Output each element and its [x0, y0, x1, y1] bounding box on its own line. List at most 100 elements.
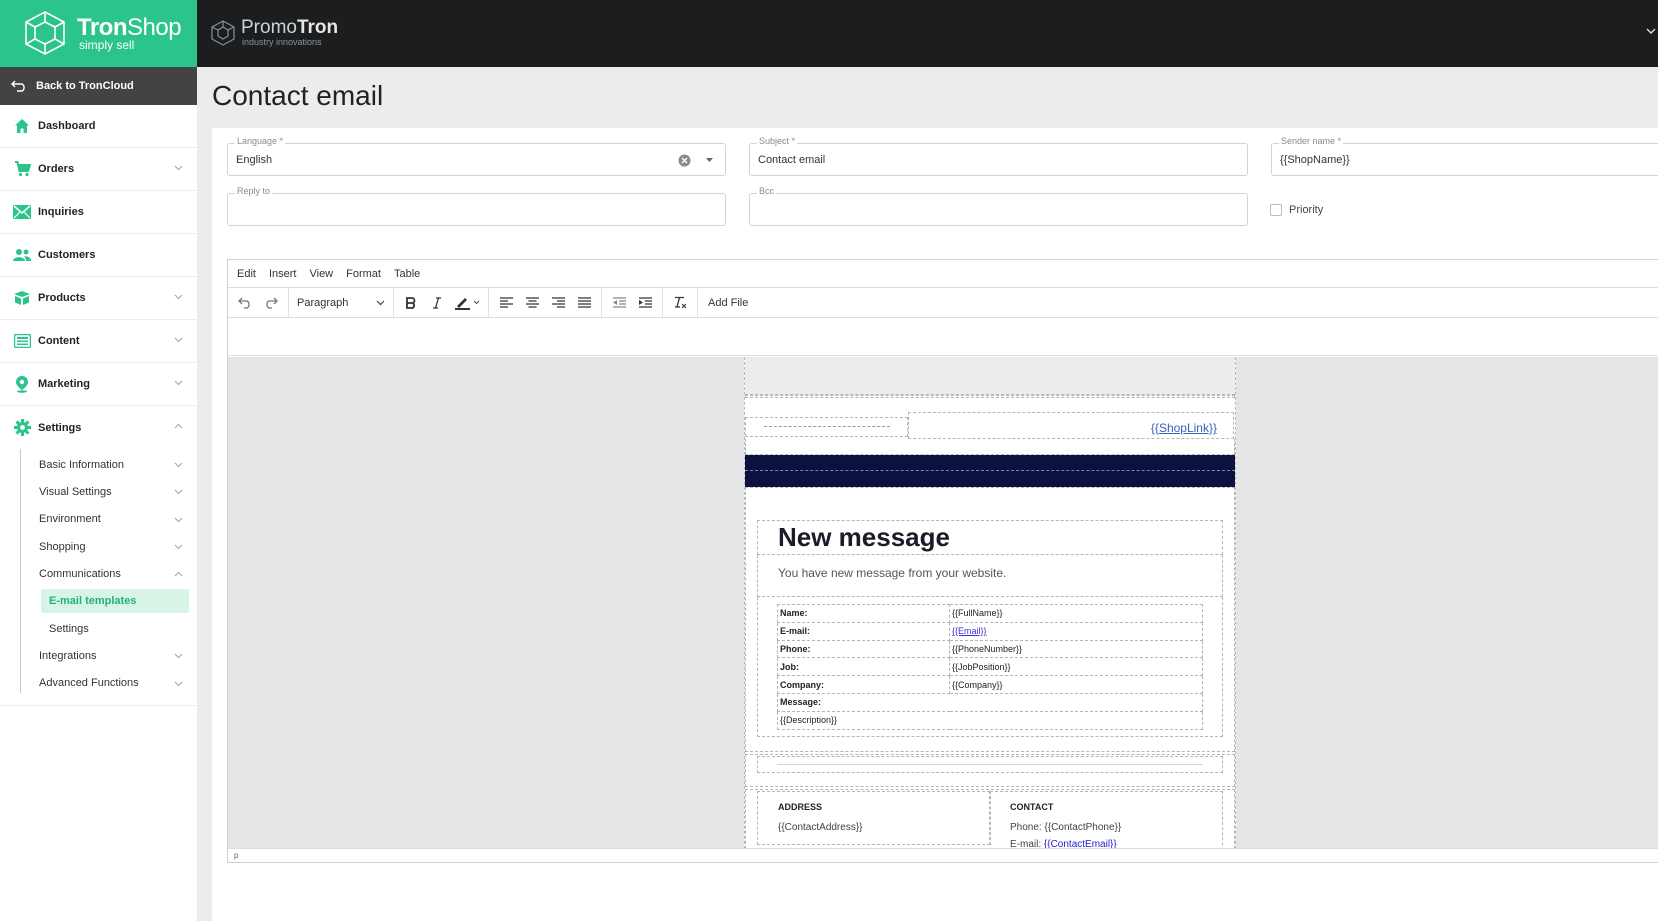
sidebar-item-label: Customers [38, 249, 96, 261]
email-link[interactable]: {{Email}} [952, 626, 987, 636]
chevron-down-icon [174, 337, 183, 343]
sidebar-item-orders[interactable]: Orders [0, 148, 197, 191]
tronshop-logo[interactable]: TronShop simply sell [0, 0, 197, 67]
table-row: Name: {{FullName}} [777, 604, 1203, 623]
sidebar-item-label: Dashboard [38, 120, 96, 132]
reply-to-field[interactable]: Reply to [227, 186, 726, 226]
sidebar-item-dashboard[interactable]: Dashboard [0, 105, 197, 148]
editor-toolbar: Paragraph Add File [228, 287, 1658, 318]
row-value: {{PhoneNumber}} [949, 639, 1203, 659]
sidebar-item-customers[interactable]: Customers [0, 234, 197, 277]
dropdown-caret-icon[interactable] [706, 158, 713, 162]
chevron-down-icon [174, 380, 183, 386]
align-justify-icon[interactable] [571, 291, 597, 315]
italic-icon[interactable] [424, 291, 450, 315]
indent-icon[interactable] [632, 291, 658, 315]
sidebar-item-visual-settings[interactable]: Visual Settings [0, 478, 197, 505]
email-navy-banner [745, 455, 1235, 487]
bold-icon[interactable] [398, 291, 424, 315]
sidebar-item-label: Inquiries [38, 206, 84, 218]
sidebar-item-shopping[interactable]: Shopping [0, 533, 197, 560]
menu-edit[interactable]: Edit [237, 268, 256, 280]
clear-circle-icon[interactable] [678, 154, 691, 167]
sidebar-item-label: Shopping [39, 540, 86, 553]
row-key: Company: [777, 675, 950, 694]
sidebar-item-inquiries[interactable]: Inquiries [0, 191, 197, 234]
add-file-button[interactable]: Add File [698, 297, 758, 309]
pin-icon [13, 375, 31, 393]
redo-icon[interactable] [258, 291, 284, 315]
sidebar-item-communications[interactable]: Communications [0, 560, 197, 587]
chevron-down-icon [174, 489, 183, 495]
partner-tagline: industry innovations [242, 37, 322, 47]
sidebar-item-label: Settings [38, 421, 82, 434]
sidebar-item-label: Settings [49, 622, 89, 635]
checkbox-box[interactable] [1270, 204, 1282, 216]
email-logo-cell [745, 417, 908, 437]
sidebar-item-basic-information[interactable]: Basic Information [0, 451, 197, 478]
sender-name-field[interactable]: Sender name * {{ShopName}} [1271, 136, 1658, 176]
sidebar-item-label: Integrations [39, 650, 97, 663]
align-left-icon[interactable] [493, 291, 519, 315]
align-right-icon[interactable] [545, 291, 571, 315]
sidebar-item-communication-settings[interactable]: Settings [0, 615, 197, 642]
row-value: {{Company}} [949, 675, 1203, 694]
language-value: English [236, 154, 273, 166]
menu-insert[interactable]: Insert [269, 268, 297, 280]
chevron-down-icon [174, 462, 183, 468]
email-preview: {{ShopLink}} New message You have new me… [744, 357, 1236, 849]
sidebar-item-products[interactable]: Products [0, 277, 197, 320]
sidebar-item-label: Visual Settings [39, 485, 112, 498]
sidebar-item-email-templates[interactable]: E-mail templates [41, 589, 189, 614]
highlight-color-icon[interactable] [450, 291, 484, 315]
editor-canvas[interactable]: {{ShopLink}} New message You have new me… [228, 357, 1658, 849]
chevron-down-icon [174, 294, 183, 300]
partner-name: PromoTron [241, 17, 339, 38]
row-value: {{Email}} [949, 621, 1203, 641]
return-arrow-icon [11, 80, 25, 92]
sidebar-item-environment[interactable]: Environment [0, 506, 197, 533]
home-icon [13, 117, 31, 135]
sidebar-item-settings[interactable]: Settings [0, 406, 197, 449]
sidebar-item-label: Content [38, 335, 80, 347]
menu-view[interactable]: View [309, 268, 333, 280]
sidebar-item-marketing[interactable]: Marketing [0, 363, 197, 406]
shop-link[interactable]: {{ShopLink}} [1151, 421, 1217, 435]
element-path[interactable]: p [234, 851, 238, 860]
chevron-down-icon [174, 681, 183, 687]
align-center-icon[interactable] [519, 291, 545, 315]
sidebar-item-advanced-functions[interactable]: Advanced Functions [0, 670, 197, 697]
sidebar-item-label: Environment [39, 513, 101, 526]
back-to-troncloud-button[interactable]: Back to TronCloud [0, 67, 197, 105]
subject-value: Contact email [758, 154, 826, 166]
editor-menubar: Edit Insert View Format Table [228, 260, 1658, 288]
outdent-icon[interactable] [606, 291, 632, 315]
table-row: Phone: {{PhoneNumber}} [777, 639, 1203, 659]
sender-name-value: {{ShopName}} [1280, 154, 1350, 166]
rich-text-editor: Edit Insert View Format Table Paragraph [227, 259, 1658, 863]
subject-field[interactable]: Subject * Contact email [749, 136, 1248, 176]
undo-icon[interactable] [232, 291, 258, 315]
chevron-up-icon [174, 423, 183, 429]
sidebar-item-integrations[interactable]: Integrations [0, 642, 197, 669]
block-format-select[interactable]: Paragraph [291, 291, 391, 315]
priority-checkbox[interactable]: Priority [1270, 204, 1323, 216]
row-key: Job: [777, 657, 950, 677]
brand-tagline: simply sell [79, 38, 135, 52]
sidebar: Back to TronCloud Dashboard Orders Inqui… [0, 67, 197, 921]
email-top-strip [745, 357, 1235, 395]
editor-statusbar: p [228, 848, 1658, 862]
row-key: E-mail: [777, 621, 950, 641]
gear-icon [13, 419, 31, 437]
language-select[interactable]: Language * English [227, 136, 726, 176]
top-bar: TronShop simply sell PromoTron industry … [0, 0, 1658, 67]
chevron-down-icon[interactable] [1646, 26, 1656, 36]
clear-formatting-icon[interactable] [667, 291, 693, 315]
template-form-card: Language * English Subject * Contact ema… [212, 128, 1658, 921]
bcc-field[interactable]: Bcc [749, 186, 1248, 226]
chevron-down-icon [174, 654, 183, 659]
menu-table[interactable]: Table [394, 268, 420, 280]
sidebar-item-content[interactable]: Content [0, 320, 197, 363]
reply-to-label: Reply to [235, 186, 273, 196]
menu-format[interactable]: Format [346, 268, 381, 280]
